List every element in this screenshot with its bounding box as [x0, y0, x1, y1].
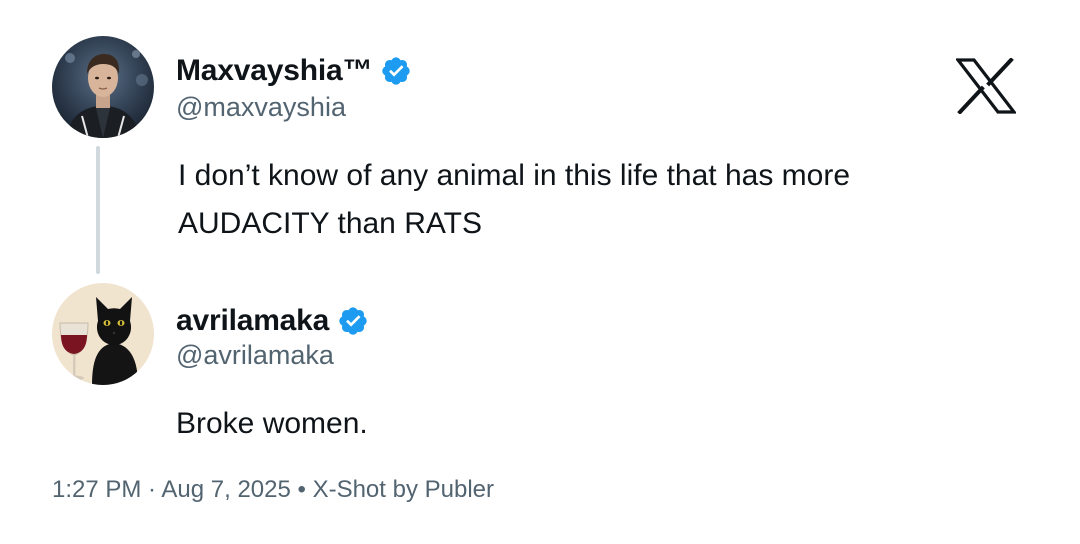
thread-connector-line: [96, 146, 100, 274]
author-display-name[interactable]: Maxvayshia™: [176, 54, 372, 88]
tweet-text: I don’t know of any animal in this life …: [178, 152, 850, 248]
tweet-screenshot-card: Maxvayshia™ @maxvayshia I don’t know of …: [0, 0, 1080, 544]
reply-author-handle[interactable]: @avrilamaka: [176, 340, 334, 371]
avatar-man-portrait-icon: [52, 36, 154, 138]
author-name-row: Maxvayshia™: [176, 50, 412, 92]
reply-text: Broke women.: [176, 407, 368, 440]
avatar-black-cat-wine-icon: [52, 283, 154, 385]
reply-author-display-name[interactable]: avrilamaka: [176, 304, 329, 338]
tweet-text-line: I don’t know of any animal in this life …: [178, 159, 851, 192]
author-handle[interactable]: @maxvayshia: [176, 92, 346, 123]
avatar-maxvayshia[interactable]: [52, 36, 154, 138]
verified-badge-icon: [380, 55, 412, 87]
verified-badge-icon: [337, 305, 369, 337]
avatar-avrilamaka[interactable]: [52, 283, 154, 385]
reply-author-name-row: avrilamaka: [176, 300, 369, 342]
x-logo-icon[interactable]: [954, 57, 1018, 115]
tweet-text-line: AUDACITY than RATS: [178, 207, 482, 240]
timestamp-footer: 1:27 PM · Aug 7, 2025 • X-Shot by Publer: [52, 476, 494, 503]
